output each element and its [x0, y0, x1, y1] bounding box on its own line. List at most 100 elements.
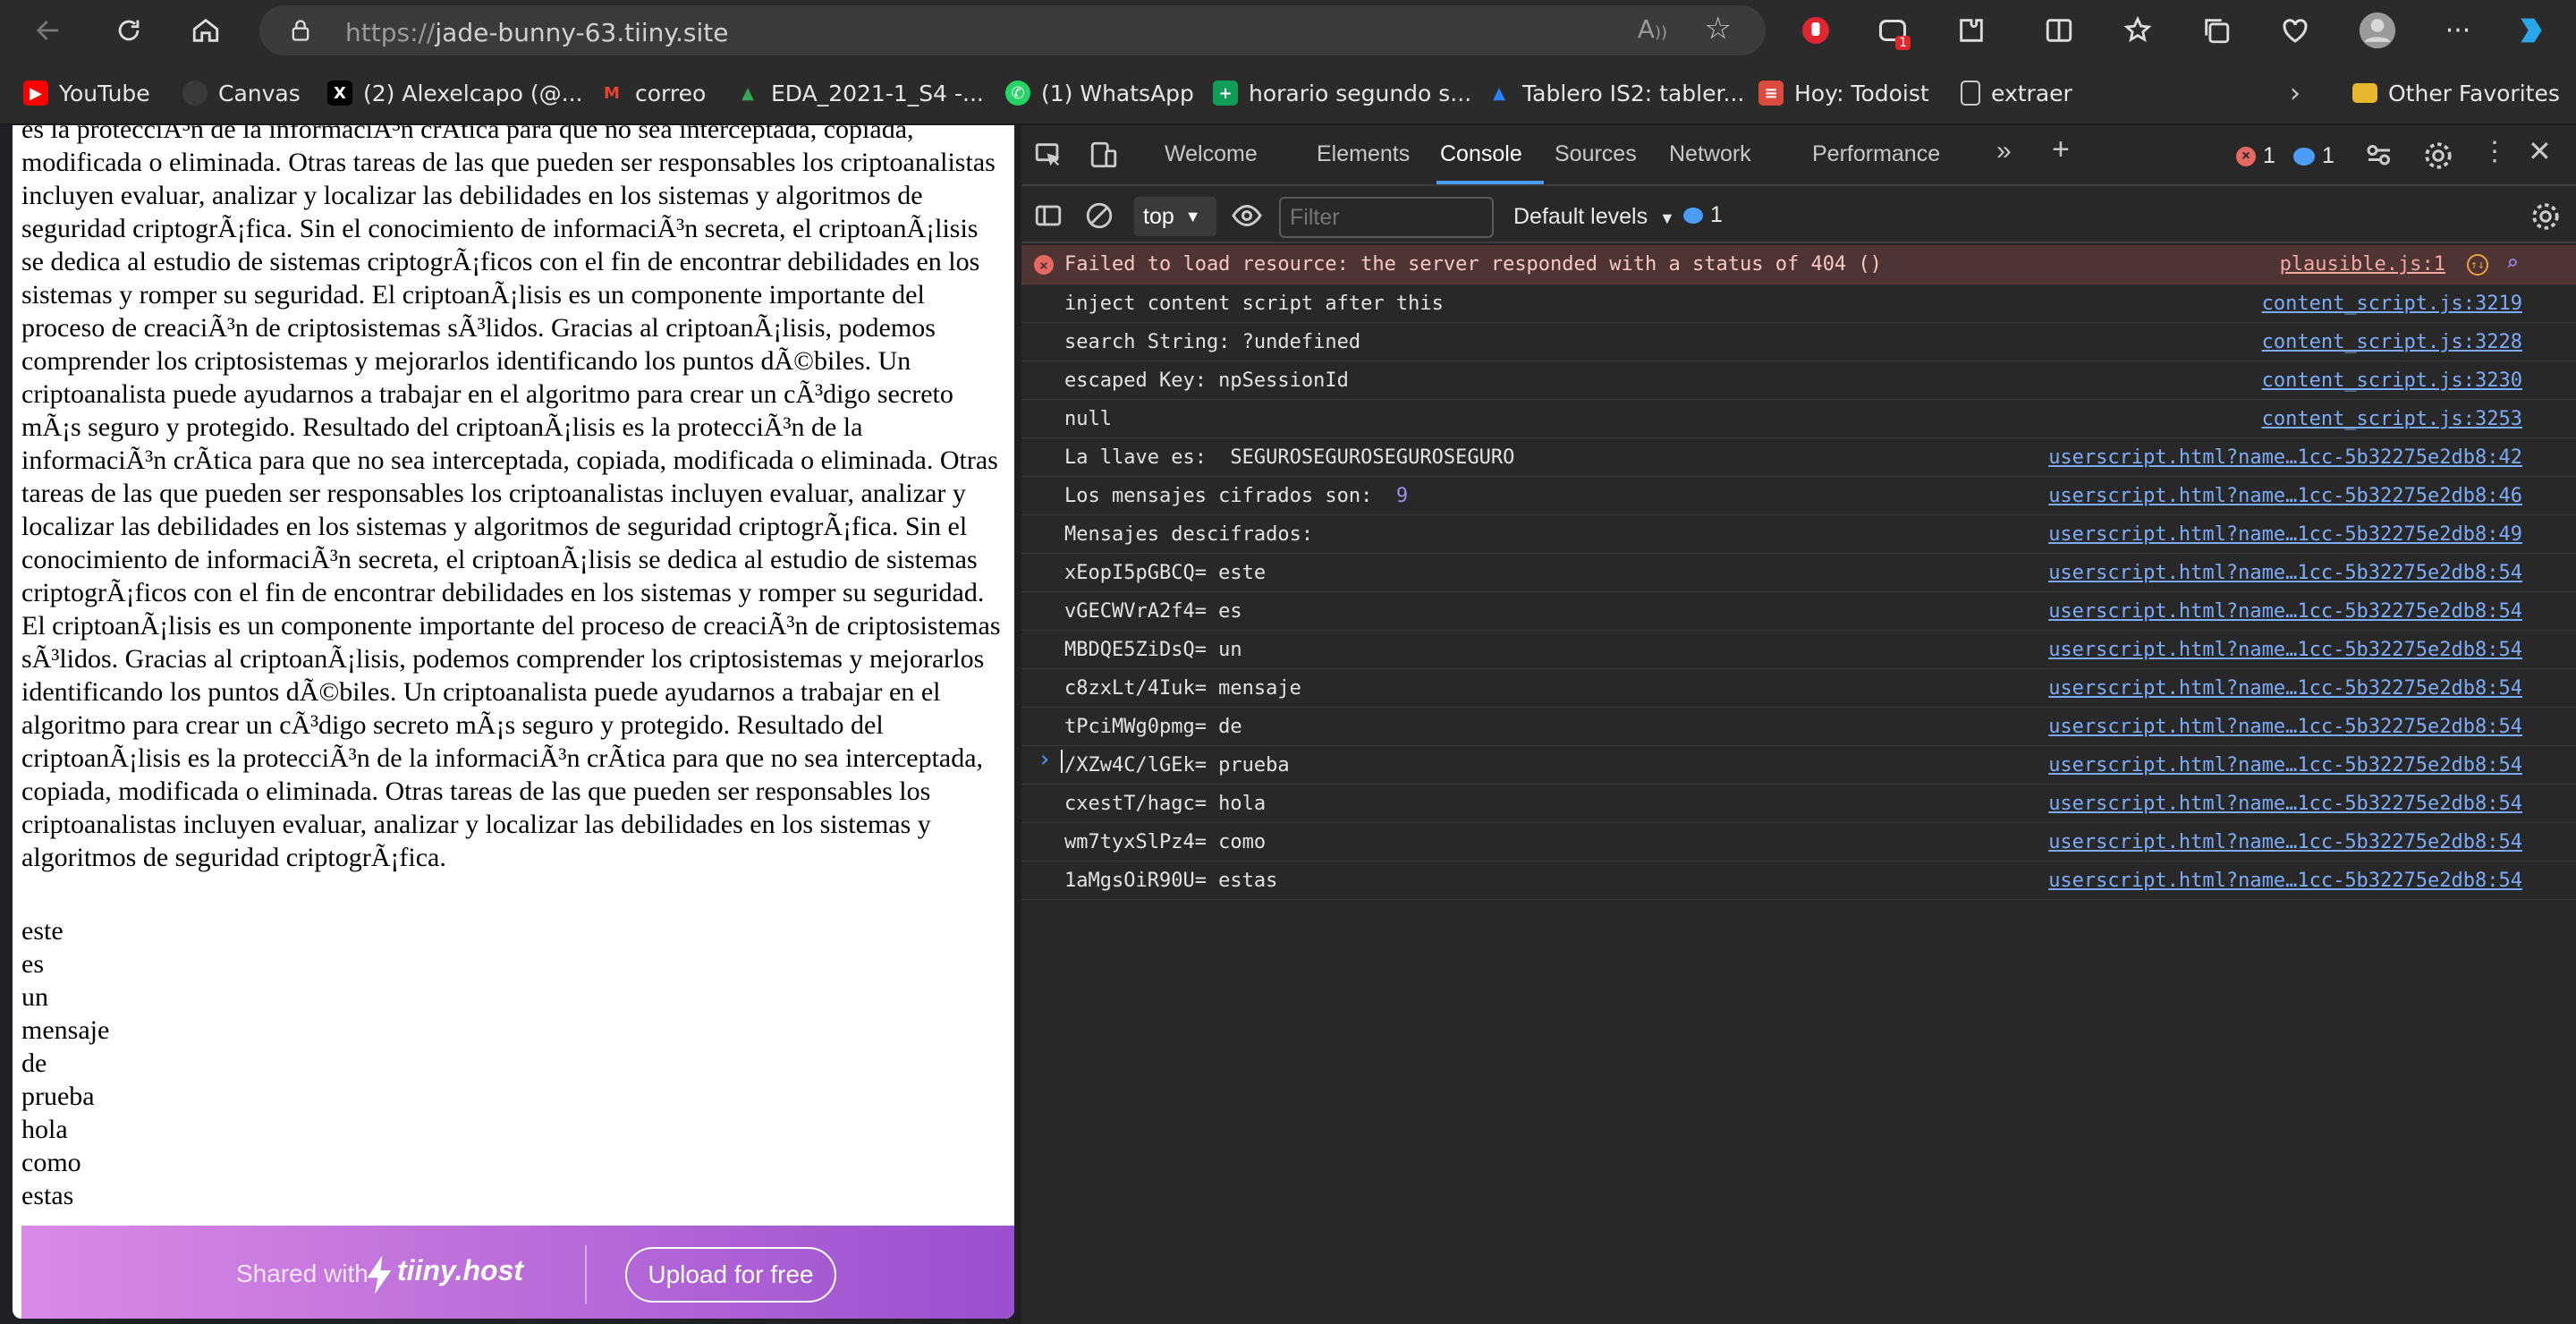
collections-button[interactable]	[2195, 9, 2238, 52]
avatar-icon	[2359, 12, 2396, 49]
bookmark-x[interactable]: X (2) Alexelcapo (@...	[327, 75, 582, 111]
console-source-link[interactable]: userscript.html?name…1cc-5b32275e2db8:54	[2048, 716, 2522, 738]
bookmark-extraer[interactable]: extraer	[1961, 75, 2072, 111]
todoist-icon: ≡	[1758, 81, 1784, 106]
list-item: estas	[21, 1181, 74, 1210]
console-source-link[interactable]: content_script.js:3219	[2262, 293, 2522, 315]
console-number-value: 9	[1395, 485, 1409, 507]
console-source-link[interactable]: plausible.js:1	[2280, 253, 2445, 276]
back-button[interactable]	[27, 9, 70, 52]
bookmark-canvas[interactable]: Canvas	[182, 75, 301, 111]
console-log-row: xEopI5pGBCQ= este userscript.html?name…1…	[1021, 554, 2576, 592]
console-source-link[interactable]: userscript.html?name…1cc-5b32275e2db8:54	[2048, 677, 2522, 700]
shared-with-label: Shared with	[236, 1260, 369, 1287]
more-tabs-chevron-icon[interactable]: »	[1996, 136, 2012, 166]
settings-more-button[interactable]: ···	[2436, 9, 2479, 52]
console-log-row: Mensajes descifrados: userscript.html?na…	[1021, 515, 2576, 554]
console-source-link[interactable]: userscript.html?name…1cc-5b32275e2db8:46	[2048, 485, 2522, 507]
network-request-icon[interactable]: ↑↓	[2467, 254, 2488, 276]
console-log-row: tPciMWg0pmg= de userscript.html?name…1cc…	[1021, 708, 2576, 746]
customize-icon[interactable]	[2363, 140, 2395, 172]
console-log-row: 1aMgsOiR90U= estas userscript.html?name……	[1021, 861, 2576, 900]
error-icon: ×	[1034, 255, 1054, 275]
tab-sources[interactable]: Sources	[1555, 141, 1637, 167]
bookmark-tablero[interactable]: ▲ Tablero IS2: tabler...	[1487, 75, 1744, 111]
gear-icon[interactable]	[2422, 140, 2454, 172]
gmail-icon: M	[599, 81, 624, 106]
console-source-link[interactable]: userscript.html?name…1cc-5b32275e2db8:54	[2048, 639, 2522, 661]
console-source-link[interactable]: userscript.html?name…1cc-5b32275e2db8:54	[2048, 600, 2522, 623]
error-counter[interactable]: × 1	[2236, 143, 2275, 169]
canvas-icon	[182, 81, 208, 106]
console-message: c8zxLt/4Iuk= mensaje	[1064, 677, 1301, 700]
live-expression-eye-icon[interactable]	[1231, 202, 1263, 229]
console-source-link[interactable]: userscript.html?name…1cc-5b32275e2db8:54	[2048, 870, 2522, 892]
bookmarks-overflow-button[interactable]: ›	[2290, 75, 2301, 111]
extensions-button[interactable]	[1950, 9, 1993, 52]
console-source-link[interactable]: content_script.js:3228	[2262, 331, 2522, 353]
page-content: es la protecciÃ³n de la informaciÃ³n crÃ…	[21, 125, 1005, 1212]
tab-welcome[interactable]: Welcome	[1165, 141, 1258, 167]
close-devtools-icon[interactable]: ✕	[2528, 134, 2552, 168]
extension-button[interactable]: 1	[1871, 9, 1914, 52]
console-log-row: inject content script after this content…	[1021, 284, 2576, 323]
bookmark-todoist[interactable]: ≡ Hoy: Todoist	[1758, 75, 1929, 111]
console-source-link[interactable]: userscript.html?name…1cc-5b32275e2db8:42	[2048, 446, 2522, 469]
list-item: este	[21, 916, 64, 946]
tab-performance[interactable]: Performance	[1812, 141, 1940, 167]
device-emulation-icon[interactable]	[1088, 140, 1120, 170]
bookmark-youtube[interactable]: ▶ YouTube	[23, 75, 150, 111]
tab-console[interactable]: Console	[1440, 141, 1522, 167]
tiiny-host-logo[interactable]: tiiny.host	[397, 1254, 523, 1287]
sidebar-toggle-icon[interactable]	[1032, 200, 1064, 231]
favorite-star-icon[interactable]: ☆	[1705, 11, 1732, 47]
split-screen-icon	[2046, 19, 2072, 42]
bookmark-eda[interactable]: ▲ EDA_2021-1_S4 -...	[735, 75, 984, 111]
other-favorites-folder[interactable]: Other Favorites	[2352, 75, 2560, 111]
upload-for-free-button[interactable]: Upload for free	[625, 1247, 836, 1303]
console-source-link[interactable]: userscript.html?name…1cc-5b32275e2db8:54	[2048, 793, 2522, 815]
console-source-link[interactable]: userscript.html?name…1cc-5b32275e2db8:54	[2048, 754, 2522, 777]
console-input-caret[interactable]	[1061, 750, 1063, 773]
sheets-icon: +	[1213, 81, 1238, 106]
more-options-vertical-icon[interactable]: ⋮	[2481, 136, 2508, 167]
profile-button[interactable]	[2356, 9, 2399, 52]
browser-essentials-button[interactable]	[2274, 9, 2317, 52]
copilot-button[interactable]	[2510, 9, 2553, 52]
x-icon: X	[327, 81, 352, 106]
console-source-link[interactable]: content_script.js:3230	[2262, 369, 2522, 392]
bookmark-label: Canvas	[218, 80, 301, 106]
address-bar[interactable]: https://jade-bunny-63.tiiny.site A)) ☆	[259, 5, 1766, 55]
bookmark-label: horario segundo s...	[1249, 80, 1472, 106]
info-counter[interactable]: 1	[2293, 143, 2334, 169]
bookmark-whatsapp[interactable]: ✆ (1) WhatsApp	[1005, 75, 1194, 111]
console-source-link[interactable]: userscript.html?name…1cc-5b32275e2db8:54	[2048, 562, 2522, 584]
info-count: 1	[2322, 143, 2334, 168]
adblock-extension-button[interactable]	[1794, 9, 1837, 52]
inspect-element-icon[interactable]	[1032, 140, 1064, 170]
refresh-button[interactable]	[107, 9, 150, 52]
console-settings-gear-icon[interactable]	[2529, 200, 2562, 233]
tab-elements[interactable]: Elements	[1317, 141, 1410, 167]
tab-network[interactable]: Network	[1669, 141, 1751, 167]
error-icon: ×	[2236, 146, 2256, 166]
home-button[interactable]	[184, 9, 227, 52]
log-levels-dropdown[interactable]: Default levels ▼	[1513, 204, 1675, 230]
console-filter-input[interactable]	[1279, 197, 1494, 238]
issues-counter[interactable]: 1	[1683, 202, 1723, 228]
context-selector[interactable]: top ▼	[1134, 197, 1216, 236]
read-aloud-icon[interactable]: A))	[1638, 14, 1667, 44]
add-tab-plus-icon[interactable]: +	[2052, 132, 2070, 167]
console-output: × Failed to load resource: the server re…	[1021, 245, 2576, 900]
bookmark-correo[interactable]: M correo	[599, 75, 706, 111]
bookmark-label: extraer	[1991, 80, 2072, 106]
message-bubble-icon	[2293, 147, 2315, 166]
bookmark-horario[interactable]: + horario segundo s...	[1213, 75, 1471, 111]
favorites-button[interactable]	[2116, 9, 2159, 52]
console-source-link[interactable]: userscript.html?name…1cc-5b32275e2db8:54	[2048, 831, 2522, 853]
console-source-link[interactable]: userscript.html?name…1cc-5b32275e2db8:49	[2048, 523, 2522, 546]
search-icon[interactable]: ⌕	[2506, 250, 2519, 276]
clear-console-button[interactable]	[1084, 200, 1114, 234]
console-source-link[interactable]: content_script.js:3253	[2262, 408, 2522, 430]
split-screen-button[interactable]	[2038, 9, 2080, 52]
